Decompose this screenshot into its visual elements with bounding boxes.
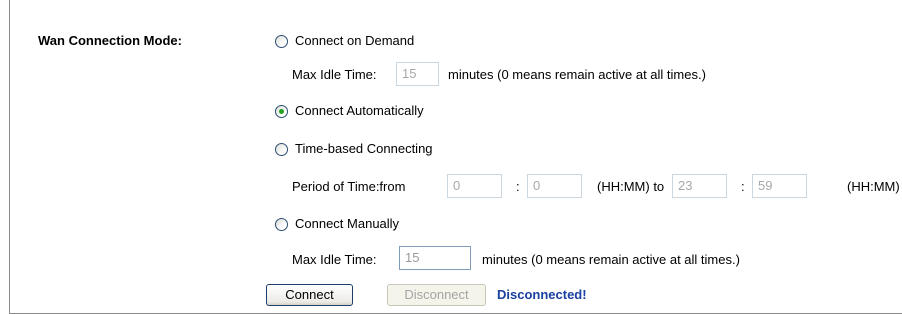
wan-settings-panel: Wan Connection Mode: Connect on Demand M… bbox=[9, 0, 902, 314]
disconnect-button[interactable]: Disconnect bbox=[387, 284, 486, 306]
connection-status-text: Disconnected! bbox=[497, 287, 587, 302]
from-hour-input[interactable]: 0 bbox=[447, 174, 502, 198]
from-colon: : bbox=[516, 179, 520, 194]
time-based-connecting-radio[interactable] bbox=[275, 143, 288, 156]
to-minute-input[interactable]: 59 bbox=[752, 174, 807, 198]
demand-max-idle-label: Max Idle Time: bbox=[292, 67, 377, 82]
to-hour-input[interactable]: 23 bbox=[672, 174, 727, 198]
connect-on-demand-label[interactable]: Connect on Demand bbox=[295, 33, 414, 48]
manual-max-idle-hint: minutes (0 means remain active at all ti… bbox=[482, 252, 740, 267]
connect-automatically-radio[interactable] bbox=[275, 105, 288, 118]
hhmm-tail-label: (HH:MM) bbox=[847, 179, 900, 194]
connect-button[interactable]: Connect bbox=[266, 284, 353, 306]
period-of-time-label: Period of Time:from bbox=[292, 179, 406, 194]
radio-selected-dot bbox=[279, 109, 284, 114]
manual-max-idle-input[interactable]: 15 bbox=[399, 246, 471, 270]
demand-max-idle-hint: minutes (0 means remain active at all ti… bbox=[448, 67, 706, 82]
connect-manually-label[interactable]: Connect Manually bbox=[295, 216, 399, 231]
to-colon: : bbox=[741, 179, 745, 194]
connect-manually-radio[interactable] bbox=[275, 218, 288, 231]
connect-automatically-label[interactable]: Connect Automatically bbox=[295, 103, 424, 118]
demand-max-idle-input[interactable]: 15 bbox=[396, 62, 439, 86]
from-minute-input[interactable]: 0 bbox=[527, 174, 582, 198]
manual-max-idle-label: Max Idle Time: bbox=[292, 252, 377, 267]
wan-connection-mode-label: Wan Connection Mode: bbox=[38, 33, 182, 48]
hhmm-to-label: (HH:MM) to bbox=[597, 179, 665, 194]
connect-on-demand-radio[interactable] bbox=[275, 35, 288, 48]
time-based-connecting-label[interactable]: Time-based Connecting bbox=[295, 141, 433, 156]
